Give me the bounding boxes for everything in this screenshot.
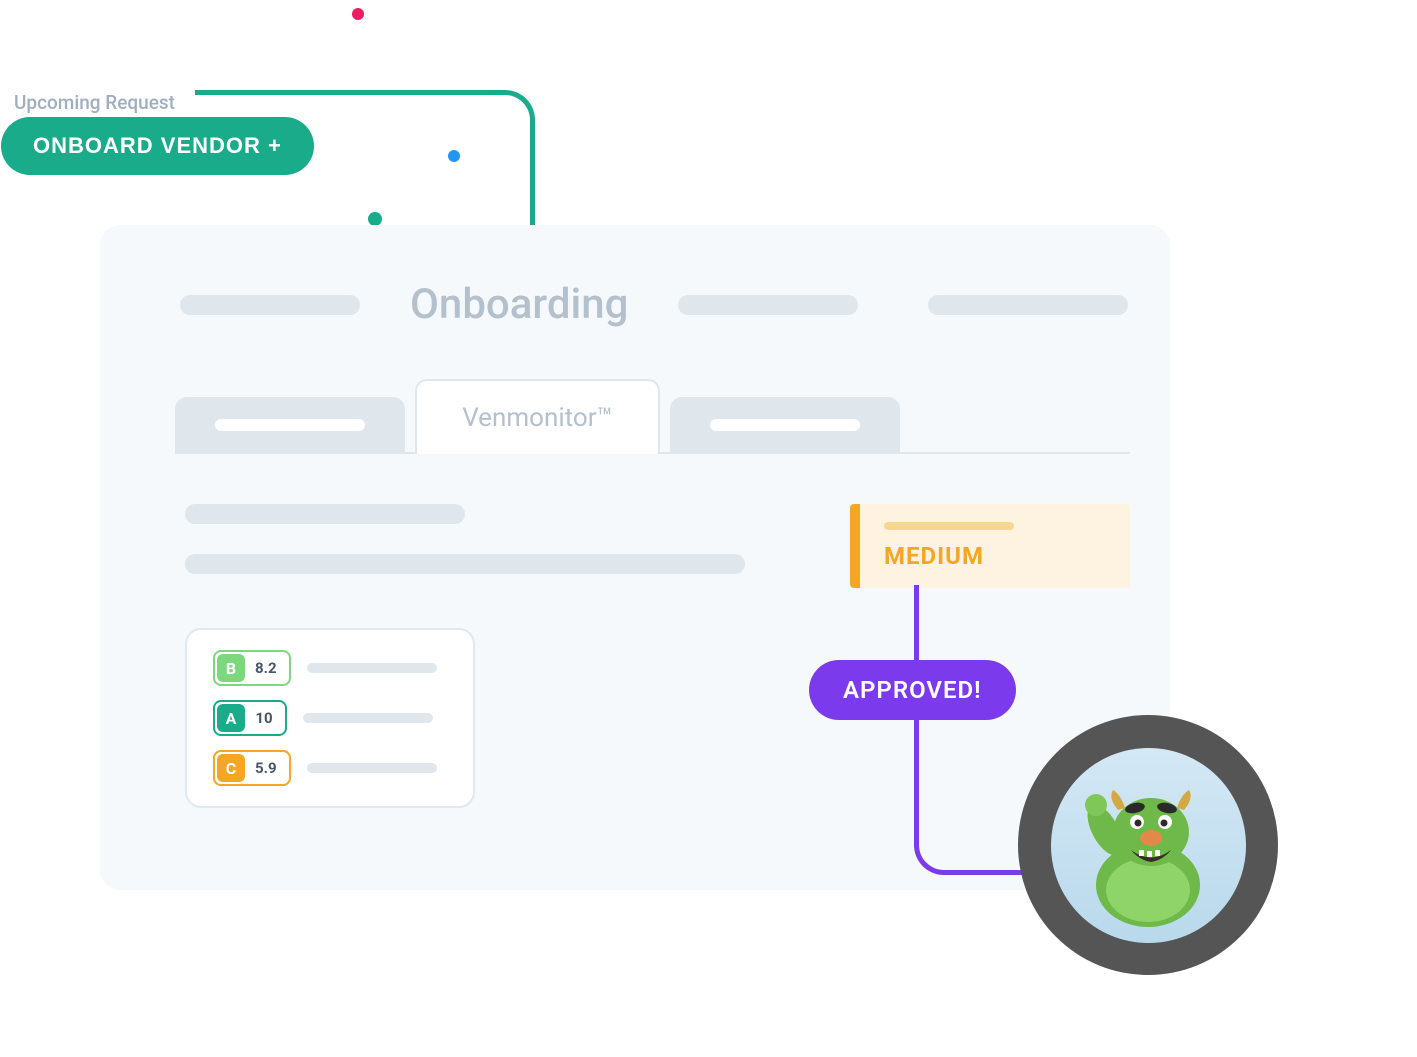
card-header-row: Onboarding <box>140 280 1130 329</box>
decorative-dot <box>352 8 364 20</box>
content-left <box>185 504 770 588</box>
score-pill-c: C 5.9 <box>213 750 291 786</box>
score-panel: B 8.2 A 10 C 5.9 <box>185 628 475 808</box>
placeholder-bar <box>307 763 437 773</box>
tab-venmonitor[interactable]: Venmonitor™ <box>415 379 660 454</box>
score-letter: C <box>217 754 245 782</box>
placeholder-bar <box>185 554 745 574</box>
risk-badge: MEDIUM <box>850 504 1130 588</box>
upcoming-request-label: Upcoming Request <box>14 91 175 114</box>
approved-badge: APPROVED! <box>809 660 1016 720</box>
tab-bar: Venmonitor™ <box>175 379 1130 454</box>
placeholder-bar <box>928 295 1128 315</box>
placeholder-bar <box>185 504 465 524</box>
placeholder-bar <box>180 295 360 315</box>
score-pill-a: A 10 <box>213 700 287 736</box>
placeholder-bar <box>884 522 1014 530</box>
tab-inactive-2[interactable] <box>670 397 900 452</box>
tab-label: Venmonitor™ <box>462 403 613 433</box>
monster-character-icon <box>1063 760 1233 930</box>
placeholder-bar <box>678 295 858 315</box>
placeholder-bar <box>215 419 365 431</box>
placeholder-bar <box>307 663 437 673</box>
risk-badge-label: MEDIUM <box>884 542 1106 570</box>
score-letter: B <box>217 654 245 682</box>
card-title: Onboarding <box>410 280 628 329</box>
avatar-ring <box>1018 715 1278 975</box>
tab-inactive-1[interactable] <box>175 397 405 452</box>
content-row: MEDIUM <box>185 504 1130 588</box>
score-letter: A <box>217 704 245 732</box>
score-row: C 5.9 <box>213 750 447 786</box>
score-row: B 8.2 <box>213 650 447 686</box>
score-row: A 10 <box>213 700 447 736</box>
score-pill-b: B 8.2 <box>213 650 291 686</box>
onboard-vendor-button[interactable]: ONBOARD VENDOR + <box>1 117 314 175</box>
score-value: 5.9 <box>245 756 287 780</box>
score-value: 10 <box>245 706 283 730</box>
score-value: 8.2 <box>245 656 287 680</box>
placeholder-bar <box>303 713 433 723</box>
avatar <box>1051 748 1246 943</box>
placeholder-bar <box>710 419 860 431</box>
